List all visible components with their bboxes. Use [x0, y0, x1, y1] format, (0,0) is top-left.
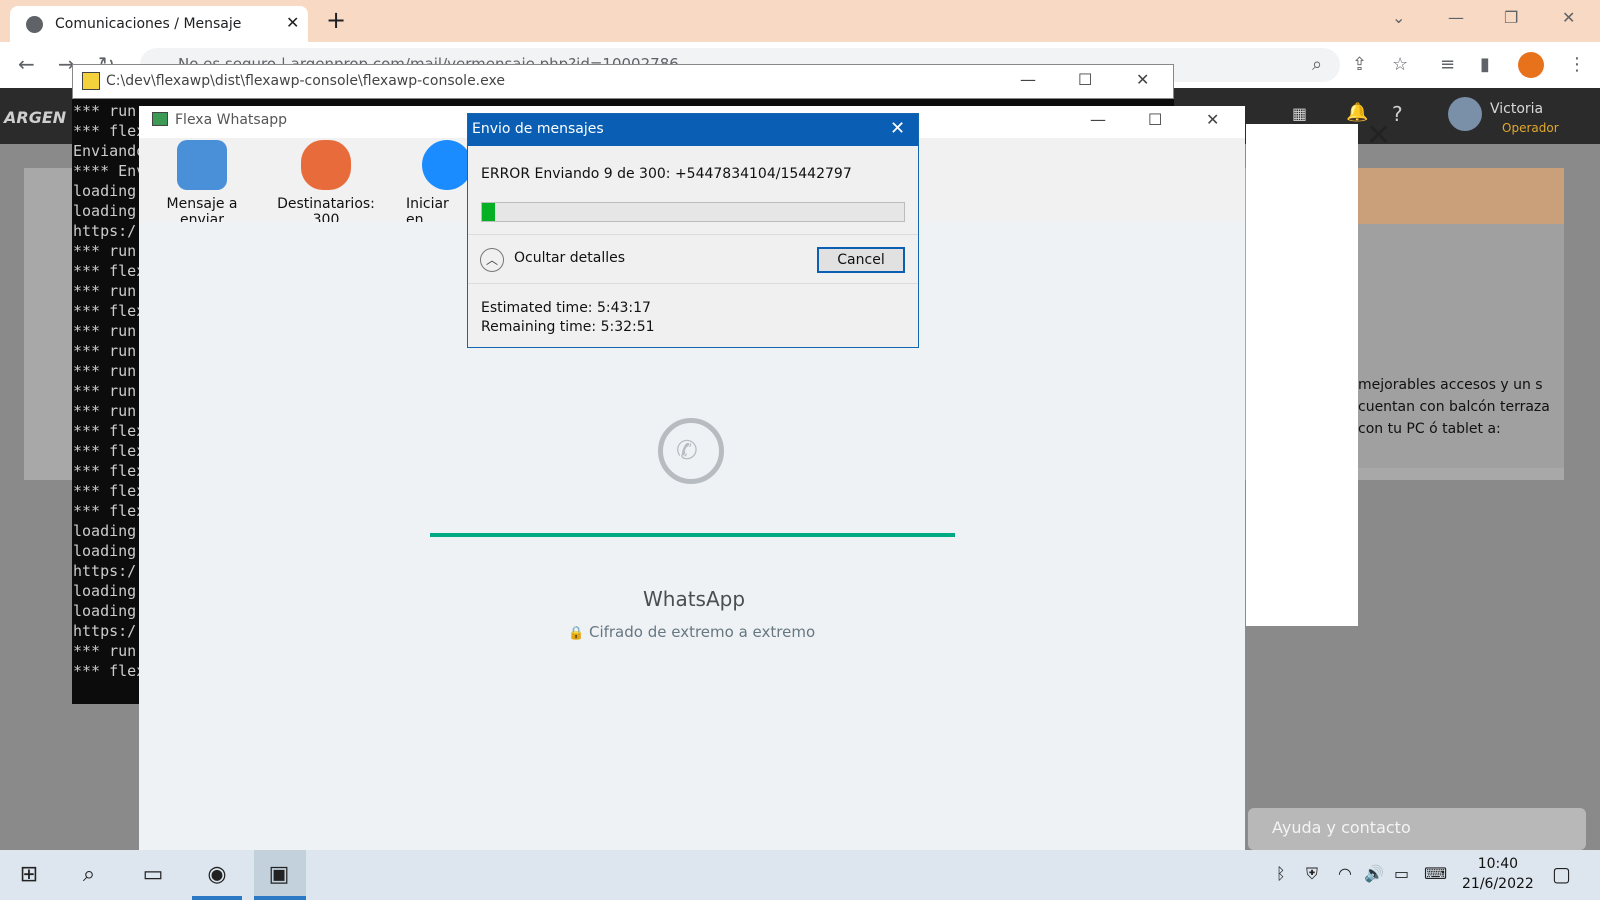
help-contact-label[interactable]: Ayuda y contacto: [1272, 818, 1411, 837]
flexa-minimize-icon[interactable]: —: [1090, 110, 1106, 129]
windows-start-icon[interactable]: ⊞: [12, 858, 46, 892]
clock-date: 21/6/2022: [1462, 876, 1534, 892]
zoom-icon[interactable]: ⌕: [1312, 54, 1322, 75]
console-app-icon: [82, 72, 100, 90]
star-icon[interactable]: ☆: [1392, 54, 1408, 75]
flexa-title: Flexa Whatsapp: [175, 112, 288, 128]
site-logo: ARGEN: [4, 108, 67, 127]
user-role: Operador: [1502, 121, 1559, 135]
media-icon[interactable]: ≡: [1440, 54, 1455, 75]
close-tab-icon[interactable]: ✕: [286, 13, 299, 32]
start-sending-button[interactable]: Iniciar en: [406, 140, 468, 228]
browser-tab[interactable]: Comunicaciones / Mensaje ✕: [10, 6, 308, 42]
notifications-icon[interactable]: ▢: [1552, 862, 1571, 886]
console-output: *** run *** flex Enviando **** Env loadi…: [73, 102, 139, 680]
whatsapp-title: WhatsApp: [643, 587, 746, 611]
console-close-icon[interactable]: ✕: [1136, 70, 1149, 89]
encryption-label: Cifrado de extremo a extremo: [588, 623, 816, 641]
dialog-title: Envio de mensajes: [472, 121, 604, 137]
console-maximize-icon[interactable]: ☐: [1078, 70, 1092, 89]
message-body-text: mejorables accesos y un s cuentan con ba…: [1358, 377, 1550, 437]
encryption-note: 🔒 Cifrado de extremo a extremo: [568, 623, 815, 641]
recipients-button[interactable]: Destinatarios: 300: [266, 140, 386, 228]
tab-title: Comunicaciones / Mensaje: [55, 16, 242, 32]
estimated-time: Estimated time: 5:43:17: [481, 300, 651, 316]
send-progress-fill: [482, 203, 495, 221]
security-shield-icon[interactable]: ⛨: [1306, 864, 1318, 884]
flexa-app-icon: [152, 112, 168, 126]
profile-avatar-icon[interactable]: [1518, 52, 1544, 78]
modal-panel: [1246, 124, 1358, 626]
dialog-close-icon[interactable]: ✕: [890, 118, 905, 139]
taskbar-clock[interactable]: 10:40 21/6/2022: [1462, 854, 1534, 894]
send-progress-bar: [481, 202, 905, 222]
minimize-icon[interactable]: —: [1448, 8, 1464, 27]
cancel-button[interactable]: Cancel: [817, 247, 905, 273]
message-to-send-button[interactable]: Mensaje a enviar: [146, 140, 258, 228]
chrome-icon[interactable]: ◉: [200, 858, 234, 892]
wifi-icon[interactable]: ◠: [1338, 864, 1352, 883]
volume-icon[interactable]: 🔊: [1364, 864, 1384, 883]
globe-icon: [26, 16, 43, 33]
console-minimize-icon[interactable]: —: [1020, 70, 1036, 89]
search-icon[interactable]: ⌕: [72, 858, 106, 892]
file-explorer-icon[interactable]: ▭: [136, 858, 170, 892]
user-name[interactable]: Victoria: [1490, 101, 1543, 117]
menu-kebab-icon[interactable]: ⋮: [1568, 54, 1586, 75]
sidepanel-icon[interactable]: ▮: [1480, 54, 1490, 75]
message-header-bar: [1358, 168, 1564, 224]
bluetooth-icon[interactable]: ᛒ: [1276, 864, 1286, 883]
chevron-up-icon[interactable]: ︿: [480, 248, 504, 272]
clock-time: 10:40: [1477, 856, 1519, 872]
hide-details-toggle[interactable]: Ocultar detalles: [514, 250, 625, 266]
calendar-icon[interactable]: ▦: [1292, 104, 1307, 123]
flexa-close-icon[interactable]: ✕: [1206, 110, 1219, 129]
taskbar: [0, 850, 1600, 900]
chrome-active-indicator: [192, 896, 242, 900]
phone-icon: ✆: [676, 436, 698, 466]
whatsapp-progress-line: [430, 533, 955, 537]
lock-icon: 🔒: [568, 626, 585, 641]
remaining-time: Remaining time: 5:32:51: [481, 319, 655, 335]
tab-search-icon[interactable]: ⌄: [1392, 8, 1405, 27]
close-window-icon[interactable]: ✕: [1562, 8, 1575, 27]
help-icon[interactable]: ?: [1392, 102, 1403, 126]
share-icon[interactable]: ⇪: [1352, 54, 1367, 75]
user-avatar[interactable]: [1448, 97, 1482, 131]
flexa-taskbar-icon[interactable]: ▣: [262, 858, 296, 892]
flexa-maximize-icon[interactable]: ☐: [1148, 110, 1162, 129]
battery-icon[interactable]: ▭: [1394, 864, 1409, 883]
input-icon[interactable]: ⌨: [1424, 864, 1447, 883]
chat-bubbles-icon: [177, 140, 227, 190]
play-icon: [422, 140, 468, 190]
plus-icon[interactable]: +: [326, 6, 346, 34]
back-icon[interactable]: ←: [18, 52, 35, 76]
people-group-icon: [301, 140, 351, 190]
console-title: C:\dev\flexawp\dist\flexawp-console\flex…: [106, 73, 505, 89]
dialog-status-message: ERROR Enviando 9 de 300: +5447834104/154…: [481, 166, 852, 182]
close-modal-icon[interactable]: ✕: [1366, 118, 1391, 153]
restore-icon[interactable]: ❐: [1504, 8, 1518, 27]
